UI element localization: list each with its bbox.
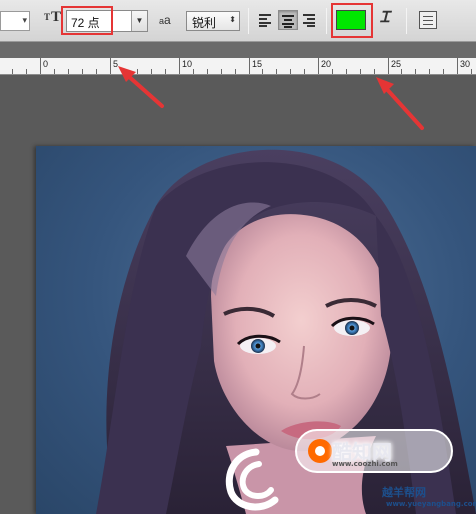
- annotation-arrows: [118, 66, 424, 130]
- arrow-to-ruler-25: [376, 77, 424, 130]
- arrow-to-ruler-5: [118, 66, 164, 108]
